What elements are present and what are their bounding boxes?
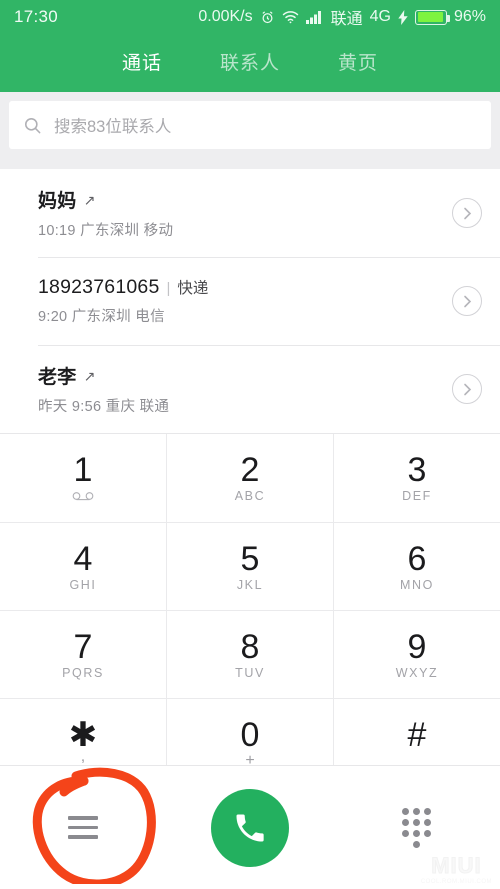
table-row[interactable]: 妈妈 ↗ 10:19 广东深圳 移动 (0, 169, 500, 257)
dial-key-letters: JKL (236, 577, 264, 592)
dial-key-digit: 8 (240, 627, 260, 666)
call-entry-detail: 10:19 广东深圳 移动 (38, 223, 174, 239)
app-header: 17:30 0.00K/s 联通 4G 96% 通话 联系人 黄页 (0, 0, 500, 92)
top-tab-bar: 通话 联系人 黄页 (0, 34, 500, 92)
dial-key-letters: GHI (69, 577, 97, 592)
call-entry-separator: | (166, 280, 171, 297)
dial-key-letters: WXYZ (395, 665, 439, 680)
dial-key-digit: 5 (240, 539, 260, 578)
call-log-list: 妈妈 ↗ 10:19 广东深圳 移动 18923761065 | 快递 9:20… (0, 169, 500, 433)
dial-key-letters: TUV (235, 665, 265, 680)
call-entry-text: 18923761065 | 快递 9:20 广东深圳 电信 (38, 276, 452, 326)
dial-key-1[interactable]: 1 (0, 434, 166, 522)
status-bar-right-cluster: 0.00K/s 联通 4G 96% (198, 5, 486, 29)
chevron-right-icon[interactable] (452, 286, 482, 316)
call-entry-title-line: 18923761065 | 快递 (38, 276, 452, 299)
dial-key-4[interactable]: 4 GHI (0, 522, 166, 610)
phone-handset-icon (232, 810, 268, 846)
call-button[interactable] (211, 788, 289, 867)
search-icon (23, 116, 42, 135)
call-entry-detail: 昨天 9:56 重庆 联通 (38, 399, 170, 415)
tab-yellow-pages[interactable]: 黄页 (338, 48, 378, 75)
call-entry-detail: 9:20 广东深圳 电信 (38, 309, 165, 325)
call-entry-name: 老李 (38, 367, 77, 388)
search-area: 搜索83位联系人 (0, 92, 500, 159)
outgoing-call-arrow-icon: ↗ (83, 192, 96, 208)
dialpad-row: 7 PQRS 8 TUV 9 WXYZ (0, 610, 500, 698)
call-entry-text: 老李 ↗ 昨天 9:56 重庆 联通 (38, 362, 452, 416)
search-input[interactable]: 搜索83位联系人 (9, 101, 491, 149)
dial-key-digit: # (407, 715, 427, 754)
dial-key-digit: 0 (240, 715, 260, 754)
charging-bolt-icon (398, 9, 408, 25)
dial-key-7[interactable]: 7 PQRS (0, 610, 166, 698)
battery-icon (414, 9, 450, 25)
dial-key-8[interactable]: 8 TUV (166, 610, 333, 698)
dial-key-letters: DEF (402, 489, 432, 503)
chevron-right-icon[interactable] (452, 198, 482, 228)
cellular-signal-icon (305, 10, 324, 24)
search-placeholder: 搜索83位联系人 (54, 118, 172, 136)
dial-key-5[interactable]: 5 JKL (166, 522, 333, 610)
bottom-action-bar (0, 765, 500, 889)
dial-key-digit: 7 (73, 627, 93, 666)
dialpad: 1 2 ABC 3 DEF 4 GHI 5 JKL 6 MNO 7 PQRS 8… (0, 433, 500, 786)
call-entry-name: 18923761065 (38, 276, 160, 298)
chevron-right-icon[interactable] (452, 374, 482, 404)
dial-key-3[interactable]: 3 DEF (333, 434, 500, 522)
call-entry-name: 妈妈 (38, 191, 77, 212)
dial-key-6[interactable]: 6 MNO (333, 522, 500, 610)
carrier-label: 联通 (330, 11, 363, 28)
dial-key-9[interactable]: 9 WXYZ (333, 610, 500, 698)
call-entry-tag: 快递 (177, 280, 209, 297)
dialpad-row: 1 2 ABC 3 DEF (0, 434, 500, 522)
tab-contacts[interactable]: 联系人 (220, 48, 280, 75)
section-divider-strip (0, 159, 500, 169)
alarm-clock-icon (260, 10, 275, 25)
menu-slot (0, 816, 167, 839)
tab-calls[interactable]: 通话 (122, 48, 162, 75)
dial-key-digit: 6 (407, 539, 427, 578)
dial-key-digit: 9 (407, 627, 427, 666)
network-type-label: 4G (369, 8, 391, 25)
dial-key-digit: 2 (240, 451, 260, 489)
dial-key-digit: 4 (73, 539, 93, 578)
dial-key-2[interactable]: 2 ABC (166, 434, 333, 522)
table-row[interactable]: 老李 ↗ 昨天 9:56 重庆 联通 (0, 345, 500, 433)
phone-screen: 17:30 0.00K/s 联通 4G 96% 通话 联系人 黄页 搜索83位联… (0, 0, 500, 889)
status-clock: 17:30 (14, 7, 59, 26)
wifi-icon (282, 10, 299, 24)
dial-key-letters: MNO (400, 577, 434, 592)
keypad-slot (333, 807, 500, 848)
call-slot (167, 788, 334, 867)
dial-key-digit: ✱ (68, 715, 98, 754)
dialpad-row: 4 GHI 5 JKL 6 MNO (0, 522, 500, 610)
voicemail-icon (72, 489, 94, 503)
dialpad-dots-icon[interactable] (402, 807, 432, 848)
call-entry-text: 妈妈 ↗ 10:19 广东深圳 移动 (38, 186, 452, 240)
status-bar: 17:30 0.00K/s 联通 4G 96% (0, 0, 500, 34)
network-speed-label: 0.00K/s (198, 8, 253, 25)
dial-key-letters: ABC (234, 489, 266, 503)
battery-percent-label: 96% (453, 8, 486, 25)
call-entry-title-line: 老李 ↗ (38, 362, 452, 389)
dial-key-digit: 1 (73, 451, 93, 489)
dial-key-digit: 3 (407, 451, 427, 489)
dial-key-letters: PQRS (62, 665, 104, 680)
outgoing-call-arrow-icon: ↗ (83, 368, 96, 384)
table-row[interactable]: 18923761065 | 快递 9:20 广东深圳 电信 (0, 257, 500, 345)
hamburger-menu-icon[interactable] (68, 816, 99, 839)
dial-key-letters: , (80, 747, 86, 765)
call-entry-title-line: 妈妈 ↗ (38, 186, 452, 213)
